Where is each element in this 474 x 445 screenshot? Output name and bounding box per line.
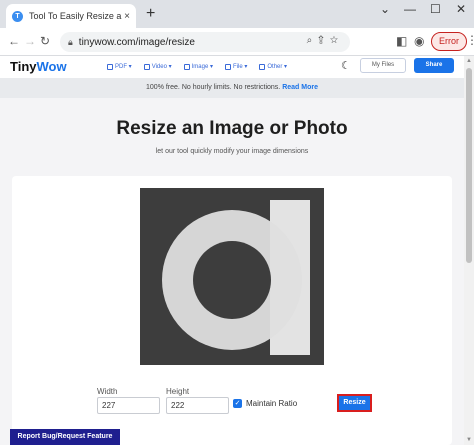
nav-image[interactable]: Image ▾	[183, 56, 213, 78]
pdf-icon	[107, 64, 113, 70]
site-header: TinyWow PDF ▾ Video ▾ Image ▾ File ▾ Oth…	[0, 56, 464, 78]
width-label: Width	[97, 387, 118, 396]
my-files-button[interactable]: My Files	[360, 58, 406, 73]
error-button[interactable]: Error	[431, 32, 467, 51]
video-icon	[143, 64, 150, 70]
promo-banner: 100% free. No hourly limits. No restrict…	[0, 78, 464, 98]
report-bug-button[interactable]: Report Bug/Request Feature	[10, 429, 120, 445]
lock-icon[interactable]: 🔒︎	[68, 37, 73, 48]
favicon-icon: T	[12, 10, 23, 22]
resize-card: Width Height ✓ Maintain Ratio Resize	[12, 176, 452, 445]
zoom-icon[interactable]: ⌕	[307, 35, 319, 46]
nav-file-label: File	[233, 64, 243, 70]
omnibox-actions: ⌕⇪☆	[307, 35, 344, 46]
nav-video[interactable]: Video ▾	[143, 56, 172, 78]
nav-other-label: Other	[267, 64, 283, 70]
address-bar[interactable]: 🔒︎ tinywow.com/image/resize ⌕⇪☆	[60, 32, 350, 52]
page-title: Resize an Image or Photo	[116, 118, 348, 139]
brand-logo[interactable]: TinyWow	[10, 56, 67, 78]
nav-file[interactable]: File ▾	[225, 56, 247, 78]
url-text[interactable]: tinywow.com/image/resize	[79, 37, 195, 48]
nav-other[interactable]: Other ▾	[259, 56, 287, 78]
nav-pdf[interactable]: PDF ▾	[107, 56, 132, 78]
main-content: Resize an Image or Photo let our tool qu…	[0, 98, 464, 445]
dark-mode-icon[interactable]: ☾	[341, 59, 351, 72]
maintain-ratio-label[interactable]: Maintain Ratio	[246, 399, 297, 408]
browser-tab[interactable]: T Tool To Easily Resize an Image fo ×	[6, 4, 136, 28]
minimize-icon[interactable]: —	[404, 2, 416, 16]
tab-search-icon[interactable]: ⌄	[380, 2, 390, 16]
close-window-icon[interactable]: ✕	[456, 2, 466, 16]
reload-icon[interactable]: ↻	[40, 34, 50, 48]
share-page-icon[interactable]: ⇪	[318, 35, 330, 46]
brand-part-1: Tiny	[10, 59, 37, 74]
browser-toolbar: ← → ↻ 🔒︎ tinywow.com/image/resize ⌕⇪☆ ◧ …	[0, 28, 474, 56]
preview-letter-a-icon	[140, 188, 324, 365]
main-nav: PDF ▾ Video ▾ Image ▾ File ▾ Other ▾	[107, 56, 287, 78]
nav-video-label: Video	[151, 64, 167, 70]
nav-pdf-label: PDF	[115, 64, 127, 70]
page-subtitle: let our tool quickly modify your image d…	[155, 148, 309, 155]
height-label: Height	[166, 387, 190, 396]
width-input[interactable]	[97, 397, 160, 414]
height-input[interactable]	[166, 397, 229, 414]
menu-icon[interactable]: ⋮	[466, 33, 474, 47]
bookmark-star-icon[interactable]: ☆	[330, 35, 344, 46]
share-button[interactable]: Share	[414, 58, 454, 73]
resize-button[interactable]: Resize	[337, 394, 372, 412]
forward-icon[interactable]: →	[24, 34, 36, 48]
other-icon	[259, 64, 266, 70]
banner-text: 100% free. No hourly limits. No restrict…	[146, 84, 281, 91]
sidebar-icon[interactable]: ◧	[396, 34, 407, 48]
image-icon	[183, 64, 190, 70]
nav-image-label: Image	[191, 64, 209, 70]
tab-title: Tool To Easily Resize an Image fo	[29, 11, 122, 21]
scroll-up-icon[interactable]: ▲	[466, 58, 472, 64]
file-icon	[225, 64, 231, 70]
scroll-down-icon[interactable]: ▼	[466, 437, 472, 443]
back-icon[interactable]: ←	[8, 34, 20, 48]
profile-icon[interactable]: ◉	[414, 34, 424, 48]
image-preview	[140, 188, 324, 365]
maintain-ratio-checkbox[interactable]: ✓	[233, 399, 242, 408]
read-more-link[interactable]: Read More	[282, 84, 318, 91]
tab-strip: T Tool To Easily Resize an Image fo × + …	[0, 0, 474, 28]
new-tab-icon[interactable]: +	[146, 5, 155, 23]
maximize-icon[interactable]: ☐	[430, 2, 441, 16]
brand-part-2: Wow	[36, 59, 67, 74]
page-scrollbar[interactable]: ▲ ▼	[464, 56, 474, 445]
scroll-thumb[interactable]	[466, 68, 472, 263]
tab-close-icon[interactable]: ×	[124, 11, 130, 22]
